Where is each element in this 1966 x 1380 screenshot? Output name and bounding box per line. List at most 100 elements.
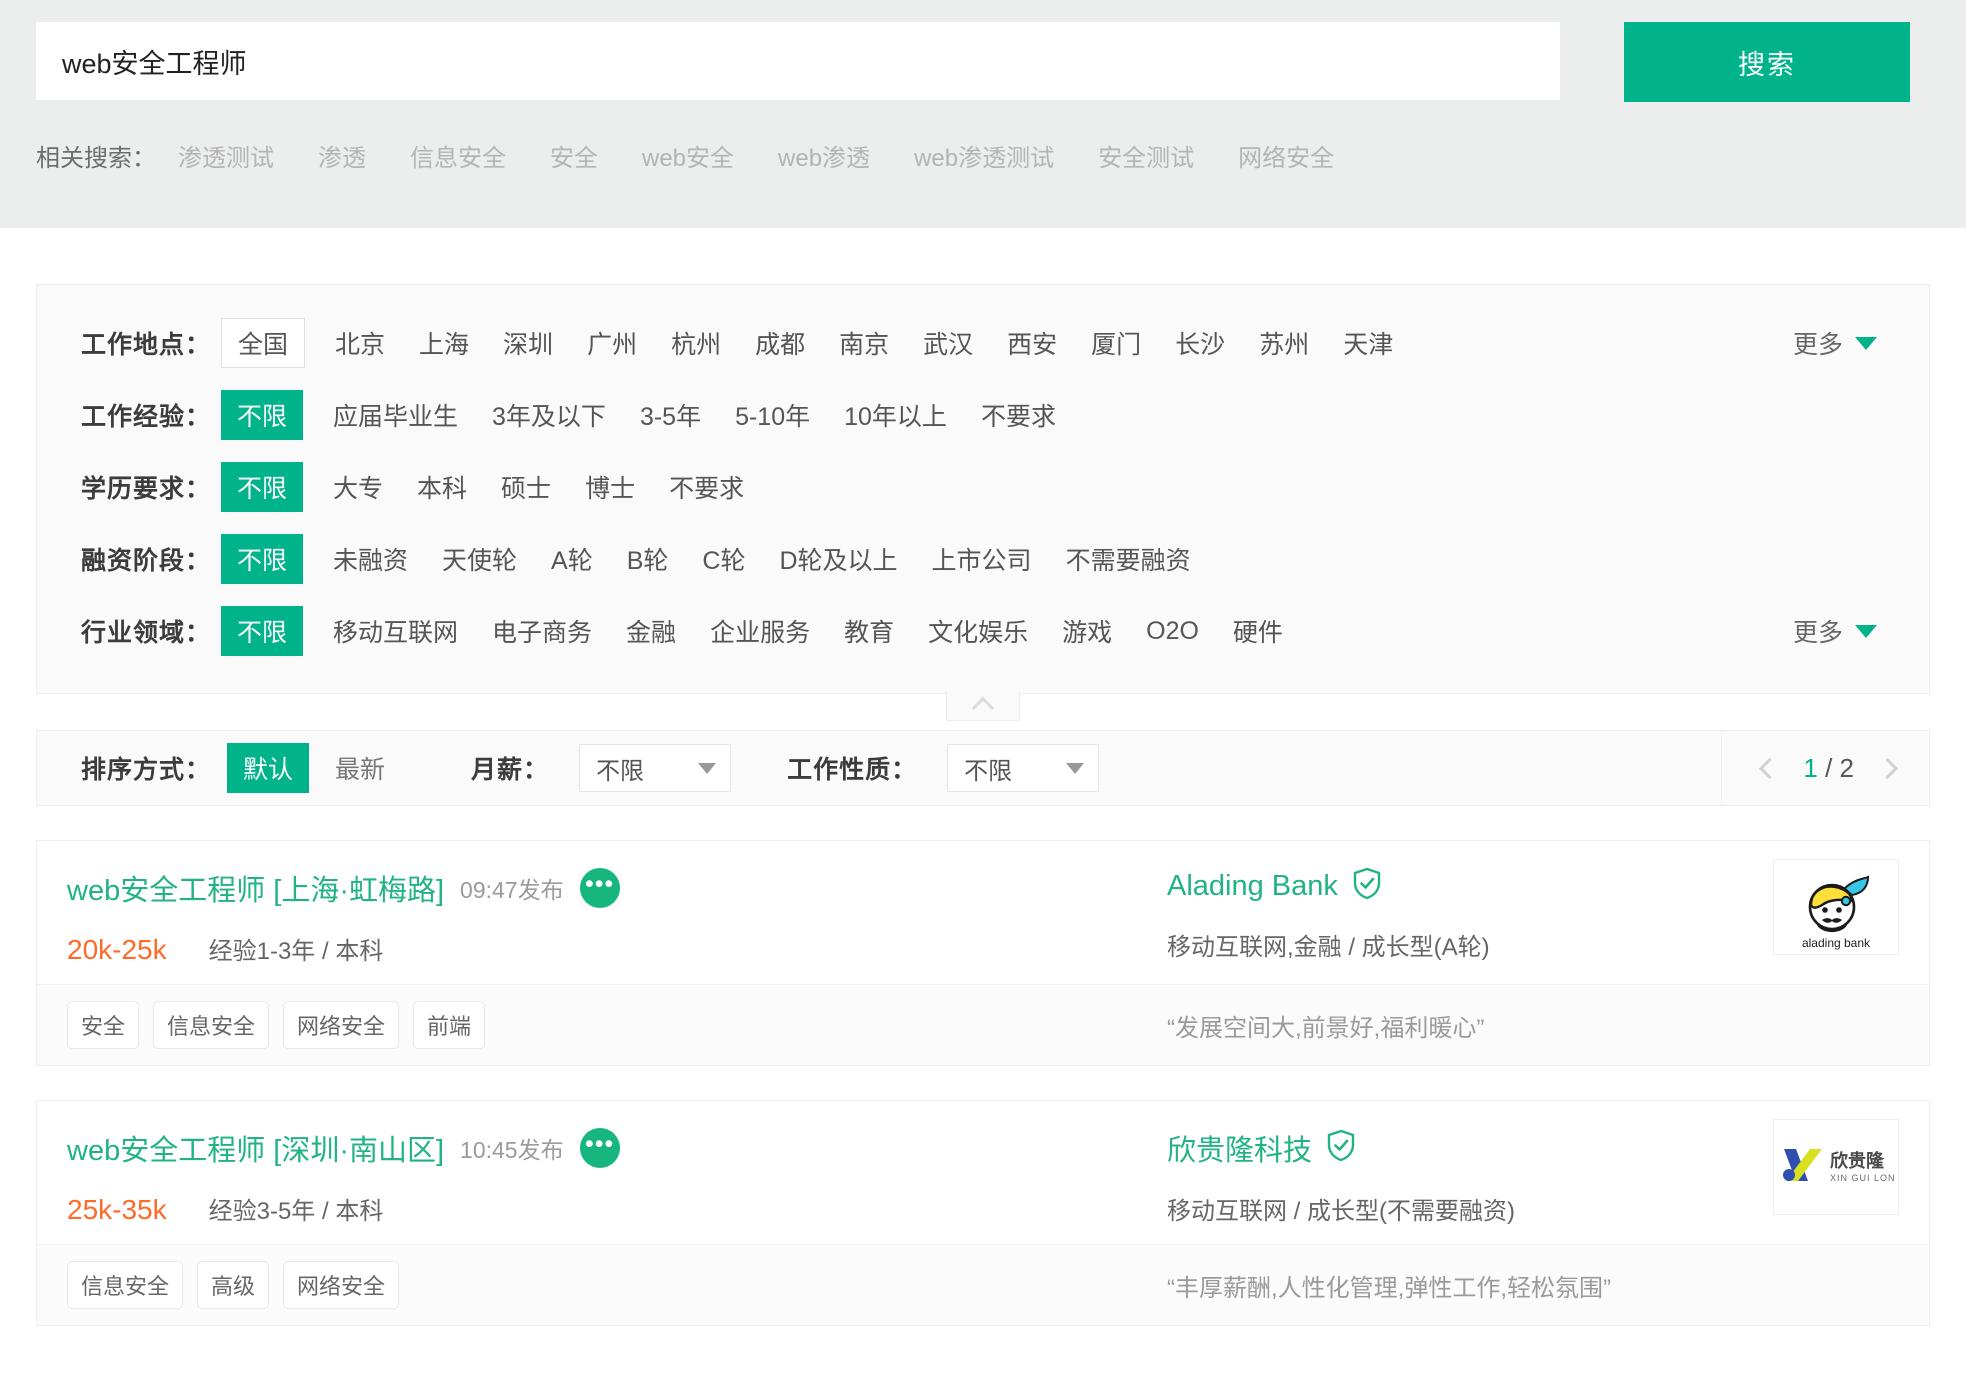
- filter-option-游戏[interactable]: 游戏: [1062, 613, 1112, 649]
- job-title[interactable]: web安全工程师 [上海·虹梅路]: [67, 867, 444, 909]
- salary-select[interactable]: 不限: [579, 744, 731, 792]
- related-search-item[interactable]: 渗透测试: [178, 138, 274, 173]
- filter-option-长沙[interactable]: 长沙: [1175, 325, 1225, 361]
- filter-option-苏州[interactable]: 苏州: [1259, 325, 1309, 361]
- filter-option-不限[interactable]: 不限: [221, 534, 303, 584]
- filter-option-厦门[interactable]: 厦门: [1091, 325, 1141, 361]
- search-input[interactable]: [36, 22, 1560, 100]
- filter-option-金融[interactable]: 金融: [626, 613, 676, 649]
- filter-more-toggle[interactable]: 更多: [1793, 613, 1877, 649]
- filter-option-天使轮[interactable]: 天使轮: [442, 541, 517, 577]
- page-indicator: 1 / 2: [1803, 753, 1854, 784]
- related-search-item[interactable]: 安全: [550, 138, 598, 173]
- job-tag[interactable]: 信息安全: [67, 1261, 183, 1309]
- filter-option-5-10年[interactable]: 5-10年: [735, 397, 810, 433]
- company-name[interactable]: 欣贵隆科技: [1167, 1127, 1312, 1169]
- filter-option-不限[interactable]: 不限: [221, 390, 303, 440]
- related-search-item[interactable]: web安全: [642, 138, 734, 173]
- filter-option-天津[interactable]: 天津: [1343, 325, 1393, 361]
- related-search-item[interactable]: 渗透: [318, 138, 366, 173]
- filter-option-不要求[interactable]: 不要求: [669, 469, 744, 505]
- company-name[interactable]: Alading Bank: [1167, 870, 1338, 903]
- filter-option-成都[interactable]: 成都: [755, 325, 805, 361]
- prev-page-button[interactable]: [1759, 757, 1780, 778]
- content-area: 工作地点：全国北京上海深圳广州杭州成都南京武汉西安厦门长沙苏州天津更多工作经验：…: [0, 284, 1966, 1326]
- chat-icon[interactable]: •••: [580, 1128, 620, 1168]
- search-button[interactable]: 搜索: [1624, 22, 1910, 102]
- filter-option-电子商务[interactable]: 电子商务: [492, 613, 592, 649]
- job-info: web安全工程师 [深圳·南山区]10:45发布•••25k-35k经验3-5年…: [67, 1127, 1167, 1226]
- job-tag[interactable]: 信息安全: [153, 1001, 269, 1049]
- filter-more-toggle[interactable]: 更多: [1793, 325, 1877, 361]
- filter-option-武汉[interactable]: 武汉: [923, 325, 973, 361]
- next-page-button[interactable]: [1877, 757, 1898, 778]
- job-card[interactable]: web安全工程师 [上海·虹梅路]09:47发布•••20k-25k经验1-3年…: [36, 840, 1930, 1066]
- salary-select-value: 不限: [596, 751, 644, 786]
- job-list: web安全工程师 [上海·虹梅路]09:47发布•••20k-25k经验1-3年…: [36, 840, 1930, 1326]
- filter-option-A轮[interactable]: A轮: [551, 541, 593, 577]
- filter-option-杭州[interactable]: 杭州: [671, 325, 721, 361]
- filter-option-大专[interactable]: 大专: [333, 469, 383, 505]
- job-tags: 信息安全高级网络安全: [67, 1261, 1167, 1309]
- job-title[interactable]: web安全工程师 [深圳·南山区]: [67, 1127, 444, 1169]
- filter-option-上市公司[interactable]: 上市公司: [932, 541, 1032, 577]
- filter-option-O2O[interactable]: O2O: [1146, 617, 1199, 646]
- related-searches: 相关搜索： 渗透测试 渗透 信息安全 安全 web安全 web渗透 web渗透测…: [36, 138, 1930, 173]
- jobtype-select[interactable]: 不限: [947, 744, 1099, 792]
- job-tag[interactable]: 前端: [413, 1001, 485, 1049]
- filter-option-教育[interactable]: 教育: [844, 613, 894, 649]
- company-name-row: Alading Bank: [1167, 867, 1687, 905]
- chat-icon[interactable]: •••: [580, 868, 620, 908]
- search-row: 搜索: [36, 22, 1930, 102]
- filter-row-0: 工作地点：全国北京上海深圳广州杭州成都南京武汉西安厦门长沙苏州天津更多: [37, 307, 1929, 379]
- filter-option-移动互联网[interactable]: 移动互联网: [333, 613, 458, 649]
- filter-option-10年以上[interactable]: 10年以上: [844, 397, 947, 433]
- filter-option-文化娱乐[interactable]: 文化娱乐: [928, 613, 1028, 649]
- filter-option-应届毕业生[interactable]: 应届毕业生: [333, 397, 458, 433]
- related-search-item[interactable]: 网络安全: [1238, 138, 1334, 173]
- job-tag[interactable]: 安全: [67, 1001, 139, 1049]
- company-name-row: 欣贵隆科技: [1167, 1127, 1687, 1169]
- filter-option-企业服务[interactable]: 企业服务: [710, 613, 810, 649]
- filter-option-C轮[interactable]: C轮: [702, 541, 745, 577]
- job-tag[interactable]: 网络安全: [283, 1261, 399, 1309]
- related-search-item[interactable]: 安全测试: [1098, 138, 1194, 173]
- job-info: web安全工程师 [上海·虹梅路]09:47发布•••20k-25k经验1-3年…: [67, 867, 1167, 966]
- filter-option-3年及以下[interactable]: 3年及以下: [492, 397, 606, 433]
- filter-option-3-5年[interactable]: 3-5年: [640, 397, 701, 433]
- filter-option-不限[interactable]: 不限: [221, 606, 303, 656]
- sort-option-default[interactable]: 默认: [227, 743, 309, 793]
- filter-option-D轮及以上[interactable]: D轮及以上: [779, 541, 897, 577]
- sort-option-newest[interactable]: 最新: [335, 750, 385, 786]
- filter-option-硕士[interactable]: 硕士: [501, 469, 551, 505]
- filter-option-B轮[interactable]: B轮: [627, 541, 669, 577]
- filter-option-广州[interactable]: 广州: [587, 325, 637, 361]
- filter-panel: 工作地点：全国北京上海深圳广州杭州成都南京武汉西安厦门长沙苏州天津更多工作经验：…: [36, 284, 1930, 694]
- job-card-main: web安全工程师 [上海·虹梅路]09:47发布•••20k-25k经验1-3年…: [37, 841, 1929, 984]
- related-search-item[interactable]: web渗透: [778, 138, 870, 173]
- filter-option-上海[interactable]: 上海: [419, 325, 469, 361]
- sort-bar: 排序方式： 默认 最新 月薪： 不限 工作性质： 不限 1 / 2: [36, 730, 1930, 806]
- filter-option-不要求[interactable]: 不要求: [981, 397, 1056, 433]
- chevron-down-icon: [698, 763, 716, 774]
- filter-option-不限[interactable]: 不限: [221, 462, 303, 512]
- filter-option-本科[interactable]: 本科: [417, 469, 467, 505]
- job-subinfo: 25k-35k经验3-5年 / 本科: [67, 1191, 1167, 1226]
- page-separator: /: [1825, 753, 1832, 783]
- filter-option-北京[interactable]: 北京: [335, 325, 385, 361]
- filter-option-深圳[interactable]: 深圳: [503, 325, 553, 361]
- job-tag[interactable]: 网络安全: [283, 1001, 399, 1049]
- filter-option-博士[interactable]: 博士: [585, 469, 635, 505]
- filter-collapse-toggle[interactable]: [946, 691, 1020, 721]
- filter-option-全国[interactable]: 全国: [221, 318, 305, 368]
- filter-option-不需要融资[interactable]: 不需要融资: [1066, 541, 1191, 577]
- filter-option-南京[interactable]: 南京: [839, 325, 889, 361]
- filter-option-未融资[interactable]: 未融资: [333, 541, 408, 577]
- filter-option-硬件[interactable]: 硬件: [1233, 613, 1283, 649]
- filter-more-label: 更多: [1793, 325, 1843, 361]
- job-tag[interactable]: 高级: [197, 1261, 269, 1309]
- filter-option-西安[interactable]: 西安: [1007, 325, 1057, 361]
- related-search-item[interactable]: web渗透测试: [914, 138, 1054, 173]
- related-search-item[interactable]: 信息安全: [410, 138, 506, 173]
- job-card[interactable]: web安全工程师 [深圳·南山区]10:45发布•••25k-35k经验3-5年…: [36, 1100, 1930, 1326]
